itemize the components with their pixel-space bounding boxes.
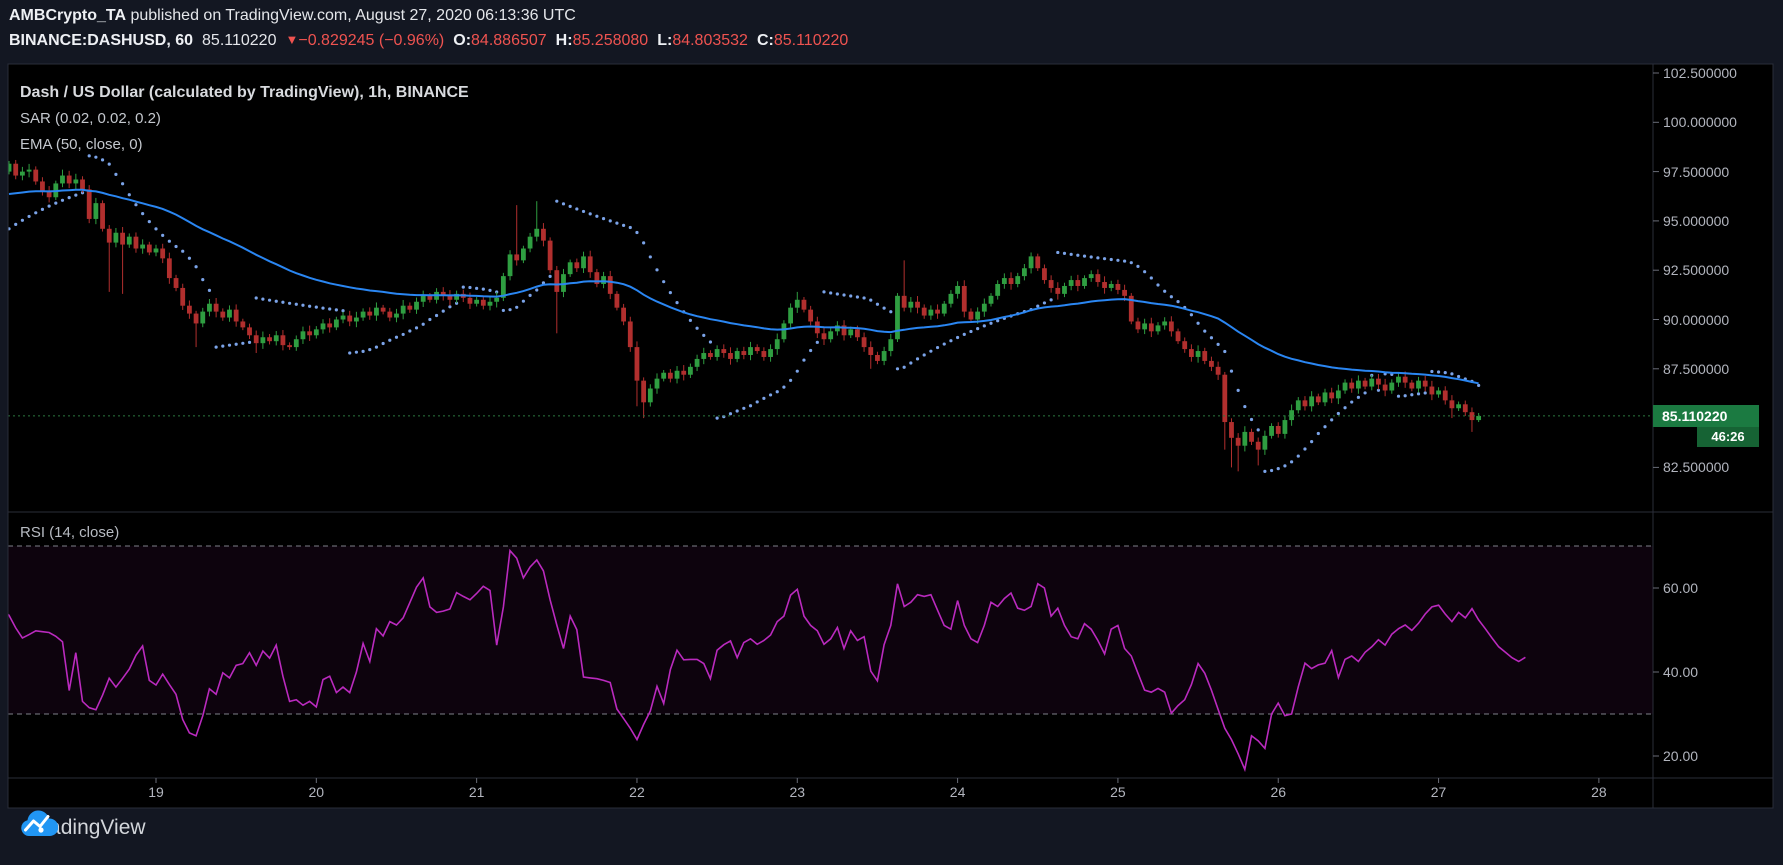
rsi-indicator-legend[interactable]: RSI (14, close)	[20, 524, 119, 541]
price-tick-label: 90.000000	[1663, 312, 1729, 328]
chart-root: AMBCrypto_TA published on TradingView.co…	[0, 0, 1783, 865]
time-tick-label: 23	[789, 784, 805, 800]
rsi-tick-label: 20.00	[1663, 748, 1698, 764]
bar-countdown: 46:26	[1697, 427, 1759, 447]
time-tick-label: 20	[309, 784, 325, 800]
price-tick-label: 95.000000	[1663, 213, 1729, 229]
time-tick-label: 22	[629, 784, 645, 800]
price-tick-label: 82.500000	[1663, 459, 1729, 475]
ema-indicator-legend[interactable]: EMA (50, close, 0)	[20, 136, 143, 153]
rsi-tick-label: 60.00	[1663, 580, 1698, 596]
time-tick-label: 19	[148, 784, 164, 800]
current-price-flag: 85.110220	[1653, 405, 1759, 427]
time-tick-label: 27	[1431, 784, 1447, 800]
tradingview-cloud-icon	[20, 810, 58, 838]
price-tick-label: 87.500000	[1663, 361, 1729, 377]
time-tick-label: 24	[950, 784, 966, 800]
time-tick-label: 28	[1591, 784, 1607, 800]
time-tick-label: 26	[1270, 784, 1286, 800]
chart-title-legend[interactable]: Dash / US Dollar (calculated by TradingV…	[20, 84, 469, 102]
rsi-tick-label: 40.00	[1663, 664, 1698, 680]
price-tick-label: 100.000000	[1663, 114, 1737, 130]
time-tick-label: 25	[1110, 784, 1126, 800]
sar-indicator-legend[interactable]: SAR (0.02, 0.02, 0.2)	[20, 110, 161, 127]
tradingview-logo[interactable]: TradingView	[20, 810, 146, 846]
time-tick-label: 21	[469, 784, 485, 800]
price-tick-label: 97.500000	[1663, 164, 1729, 180]
price-tick-label: 92.500000	[1663, 262, 1729, 278]
price-tick-label: 102.500000	[1663, 65, 1737, 81]
chart-canvas[interactable]	[0, 0, 1783, 865]
